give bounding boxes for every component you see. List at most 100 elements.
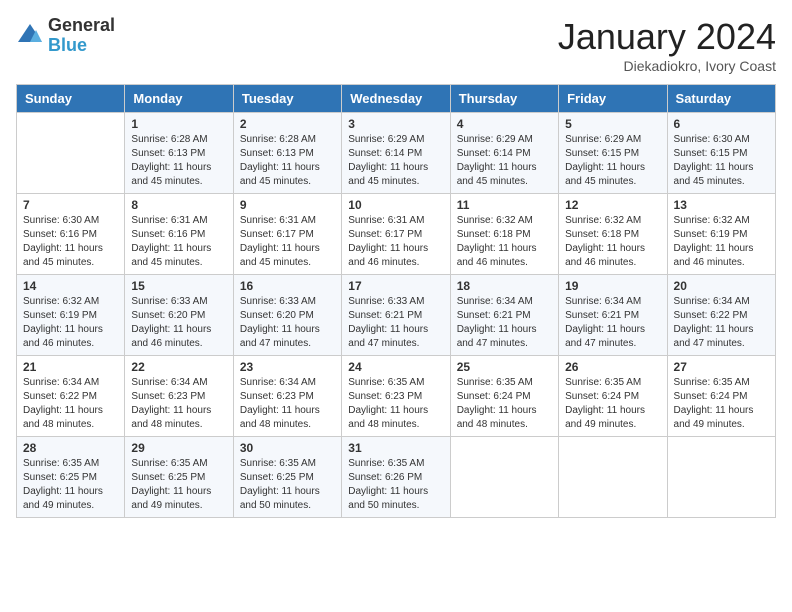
month-title: January 2024 [558, 16, 776, 58]
calendar-cell [450, 437, 558, 518]
logo-blue: Blue [48, 36, 115, 56]
calendar-cell [559, 437, 667, 518]
day-info: Sunrise: 6:33 AM Sunset: 6:20 PM Dayligh… [131, 295, 226, 351]
page-header: General Blue January 2024 Diekadiokro, I… [16, 16, 776, 74]
calendar-cell: 16 Sunrise: 6:33 AM Sunset: 6:20 PM Dayli… [233, 275, 341, 356]
calendar-cell: 10 Sunrise: 6:31 AM Sunset: 6:17 PM Dayli… [342, 194, 450, 275]
calendar-cell [17, 113, 125, 194]
calendar-cell: 27 Sunrise: 6:35 AM Sunset: 6:24 PM Dayli… [667, 356, 775, 437]
day-info: Sunrise: 6:28 AM Sunset: 6:13 PM Dayligh… [240, 133, 335, 189]
calendar-cell: 13Sunrise: 6:32 AM Sunset: 6:19 PM Dayli… [667, 194, 775, 275]
day-number: 29 [131, 441, 226, 455]
calendar-cell: 18 Sunrise: 6:34 AM Sunset: 6:21 PM Dayli… [450, 275, 558, 356]
day-info: Sunrise: 6:30 AM Sunset: 6:15 PM Dayligh… [674, 133, 769, 189]
day-number: 1 [131, 117, 226, 131]
calendar-cell: 21 Sunrise: 6:34 AM Sunset: 6:22 PM Dayli… [17, 356, 125, 437]
weekday-header-sunday: Sunday [17, 85, 125, 113]
day-info: Sunrise: 6:35 AM Sunset: 6:24 PM Dayligh… [674, 376, 769, 432]
weekday-header-friday: Friday [559, 85, 667, 113]
day-number: 17 [348, 279, 443, 293]
day-number: 9 [240, 198, 335, 212]
day-number: 10 [348, 198, 443, 212]
day-info: Sunrise: 6:29 AM Sunset: 6:14 PM Dayligh… [348, 133, 443, 189]
day-info: Sunrise: 6:34 AM Sunset: 6:21 PM Dayligh… [457, 295, 552, 351]
title-block: January 2024 Diekadiokro, Ivory Coast [558, 16, 776, 74]
day-info: Sunrise: 6:35 AM Sunset: 6:25 PM Dayligh… [240, 457, 335, 513]
day-info: Sunrise: 6:30 AM Sunset: 6:16 PM Dayligh… [23, 214, 118, 270]
weekday-header-tuesday: Tuesday [233, 85, 341, 113]
day-info: Sunrise: 6:34 AM Sunset: 6:22 PM Dayligh… [23, 376, 118, 432]
calendar-cell: 25 Sunrise: 6:35 AM Sunset: 6:24 PM Dayli… [450, 356, 558, 437]
calendar-cell: 2 Sunrise: 6:28 AM Sunset: 6:13 PM Daylig… [233, 113, 341, 194]
calendar-cell [667, 437, 775, 518]
day-number: 4 [457, 117, 552, 131]
day-info: Sunrise: 6:32 AM Sunset: 6:18 PM Dayligh… [565, 214, 660, 270]
day-number: 16 [240, 279, 335, 293]
calendar-cell: 14Sunrise: 6:32 AM Sunset: 6:19 PM Dayli… [17, 275, 125, 356]
day-number: 28 [23, 441, 118, 455]
day-info: Sunrise: 6:34 AM Sunset: 6:21 PM Dayligh… [565, 295, 660, 351]
calendar-week-3: 14Sunrise: 6:32 AM Sunset: 6:19 PM Dayli… [17, 275, 776, 356]
day-info: Sunrise: 6:33 AM Sunset: 6:20 PM Dayligh… [240, 295, 335, 351]
calendar-cell: 31 Sunrise: 6:35 AM Sunset: 6:26 PM Dayli… [342, 437, 450, 518]
day-number: 27 [674, 360, 769, 374]
calendar-cell: 30Sunrise: 6:35 AM Sunset: 6:25 PM Dayli… [233, 437, 341, 518]
calendar-cell: 19 Sunrise: 6:34 AM Sunset: 6:21 PM Dayli… [559, 275, 667, 356]
day-info: Sunrise: 6:31 AM Sunset: 6:17 PM Dayligh… [240, 214, 335, 270]
day-info: Sunrise: 6:34 AM Sunset: 6:23 PM Dayligh… [240, 376, 335, 432]
logo-icon [16, 22, 44, 50]
day-number: 12 [565, 198, 660, 212]
calendar-cell: 28 Sunrise: 6:35 AM Sunset: 6:25 PM Dayli… [17, 437, 125, 518]
day-info: Sunrise: 6:35 AM Sunset: 6:23 PM Dayligh… [348, 376, 443, 432]
day-number: 25 [457, 360, 552, 374]
calendar-week-2: 7 Sunrise: 6:30 AM Sunset: 6:16 PM Daylig… [17, 194, 776, 275]
calendar-cell: 6Sunrise: 6:30 AM Sunset: 6:15 PM Daylig… [667, 113, 775, 194]
calendar-week-5: 28 Sunrise: 6:35 AM Sunset: 6:25 PM Dayli… [17, 437, 776, 518]
calendar-cell: 20Sunrise: 6:34 AM Sunset: 6:22 PM Dayli… [667, 275, 775, 356]
calendar-cell: 23Sunrise: 6:34 AM Sunset: 6:23 PM Dayli… [233, 356, 341, 437]
day-info: Sunrise: 6:35 AM Sunset: 6:24 PM Dayligh… [565, 376, 660, 432]
calendar-cell: 3Sunrise: 6:29 AM Sunset: 6:14 PM Daylig… [342, 113, 450, 194]
day-number: 21 [23, 360, 118, 374]
calendar-week-1: 1 Sunrise: 6:28 AM Sunset: 6:13 PM Daylig… [17, 113, 776, 194]
calendar-cell: 26Sunrise: 6:35 AM Sunset: 6:24 PM Dayli… [559, 356, 667, 437]
location-subtitle: Diekadiokro, Ivory Coast [558, 58, 776, 74]
day-number: 22 [131, 360, 226, 374]
day-number: 19 [565, 279, 660, 293]
day-info: Sunrise: 6:29 AM Sunset: 6:15 PM Dayligh… [565, 133, 660, 189]
day-number: 24 [348, 360, 443, 374]
weekday-header-saturday: Saturday [667, 85, 775, 113]
day-number: 8 [131, 198, 226, 212]
day-info: Sunrise: 6:29 AM Sunset: 6:14 PM Dayligh… [457, 133, 552, 189]
weekday-header-row: SundayMondayTuesdayWednesdayThursdayFrid… [17, 85, 776, 113]
day-number: 2 [240, 117, 335, 131]
day-number: 15 [131, 279, 226, 293]
day-info: Sunrise: 6:32 AM Sunset: 6:19 PM Dayligh… [674, 214, 769, 270]
logo: General Blue [16, 16, 115, 56]
weekday-header-monday: Monday [125, 85, 233, 113]
day-number: 7 [23, 198, 118, 212]
logo-general: General [48, 16, 115, 36]
calendar-cell: 11Sunrise: 6:32 AM Sunset: 6:18 PM Dayli… [450, 194, 558, 275]
calendar-cell: 8Sunrise: 6:31 AM Sunset: 6:16 PM Daylig… [125, 194, 233, 275]
day-number: 18 [457, 279, 552, 293]
day-info: Sunrise: 6:35 AM Sunset: 6:25 PM Dayligh… [23, 457, 118, 513]
day-number: 31 [348, 441, 443, 455]
day-number: 11 [457, 198, 552, 212]
calendar-cell: 15 Sunrise: 6:33 AM Sunset: 6:20 PM Dayli… [125, 275, 233, 356]
day-info: Sunrise: 6:31 AM Sunset: 6:17 PM Dayligh… [348, 214, 443, 270]
calendar-cell: 9 Sunrise: 6:31 AM Sunset: 6:17 PM Daylig… [233, 194, 341, 275]
day-info: Sunrise: 6:32 AM Sunset: 6:19 PM Dayligh… [23, 295, 118, 351]
calendar-week-4: 21 Sunrise: 6:34 AM Sunset: 6:22 PM Dayli… [17, 356, 776, 437]
calendar-cell: 17 Sunrise: 6:33 AM Sunset: 6:21 PM Dayli… [342, 275, 450, 356]
calendar-cell: 4 Sunrise: 6:29 AM Sunset: 6:14 PM Daylig… [450, 113, 558, 194]
day-info: Sunrise: 6:35 AM Sunset: 6:24 PM Dayligh… [457, 376, 552, 432]
day-info: Sunrise: 6:35 AM Sunset: 6:25 PM Dayligh… [131, 457, 226, 513]
day-info: Sunrise: 6:35 AM Sunset: 6:26 PM Dayligh… [348, 457, 443, 513]
weekday-header-wednesday: Wednesday [342, 85, 450, 113]
weekday-header-thursday: Thursday [450, 85, 558, 113]
day-info: Sunrise: 6:33 AM Sunset: 6:21 PM Dayligh… [348, 295, 443, 351]
day-info: Sunrise: 6:34 AM Sunset: 6:22 PM Dayligh… [674, 295, 769, 351]
day-number: 5 [565, 117, 660, 131]
calendar-table: SundayMondayTuesdayWednesdayThursdayFrid… [16, 84, 776, 518]
